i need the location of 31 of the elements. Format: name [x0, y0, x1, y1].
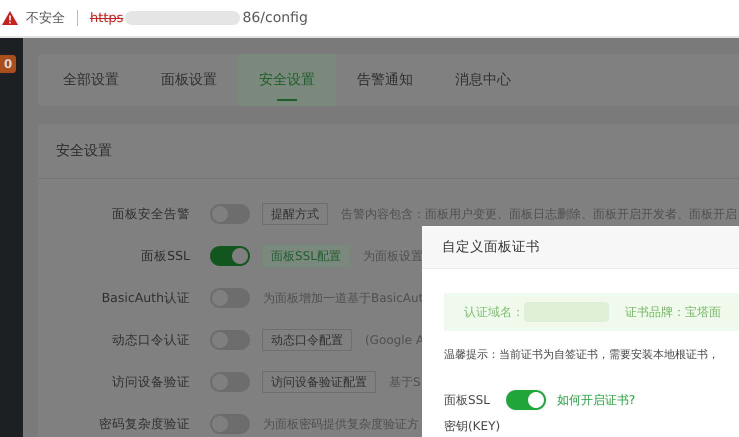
domain-label: 认证域名： [464, 304, 524, 320]
dialog-title: 自定义面板证书 [422, 226, 739, 269]
count-badge: 0 [0, 55, 16, 73]
address-bar[interactable]: 不安全 https 86/config [0, 0, 739, 38]
setting-label: 访问设备验证 [111, 374, 190, 390]
setting-label: 面板SSL [140, 248, 190, 264]
tab[interactable]: 面板设置 [140, 54, 238, 106]
setting-label: 动态口令认证 [111, 332, 190, 348]
security-label: 不安全 [26, 10, 65, 27]
setting-label: BasicAuth认证 [100, 290, 190, 306]
config-button[interactable]: 访问设备验证配置 [262, 371, 376, 393]
url-path: 86/config [242, 10, 308, 26]
tab[interactable]: 安全设置 [238, 54, 336, 106]
setting-label: 面板安全告警 [111, 206, 190, 222]
ssl-label: 面板SSL [444, 392, 490, 408]
url-scheme: https [90, 10, 124, 26]
tip-text: 温馨提示：当前证书为自签证书，需要安装本地根证书， [444, 347, 720, 362]
toggle-switch[interactable] [506, 390, 546, 410]
help-link[interactable]: 如何开启证书? [556, 392, 636, 408]
section-title: 安全设置 [38, 124, 739, 179]
setting-label: 密码复杂度验证 [98, 416, 190, 432]
warning-icon [2, 11, 18, 25]
config-button[interactable]: 动态口令配置 [262, 329, 352, 351]
tab[interactable]: 告警通知 [336, 54, 434, 106]
tab[interactable]: 消息中心 [434, 54, 532, 106]
brand-label: 证书品牌：宝塔面 [625, 304, 721, 320]
config-button[interactable]: 提醒方式 [262, 203, 328, 225]
key-label: 密钥(KEY) [444, 418, 502, 435]
tab[interactable]: 全部设置 [42, 54, 140, 106]
toggle-switch[interactable] [210, 246, 250, 266]
config-button[interactable]: 面板SSL配置 [262, 245, 350, 267]
